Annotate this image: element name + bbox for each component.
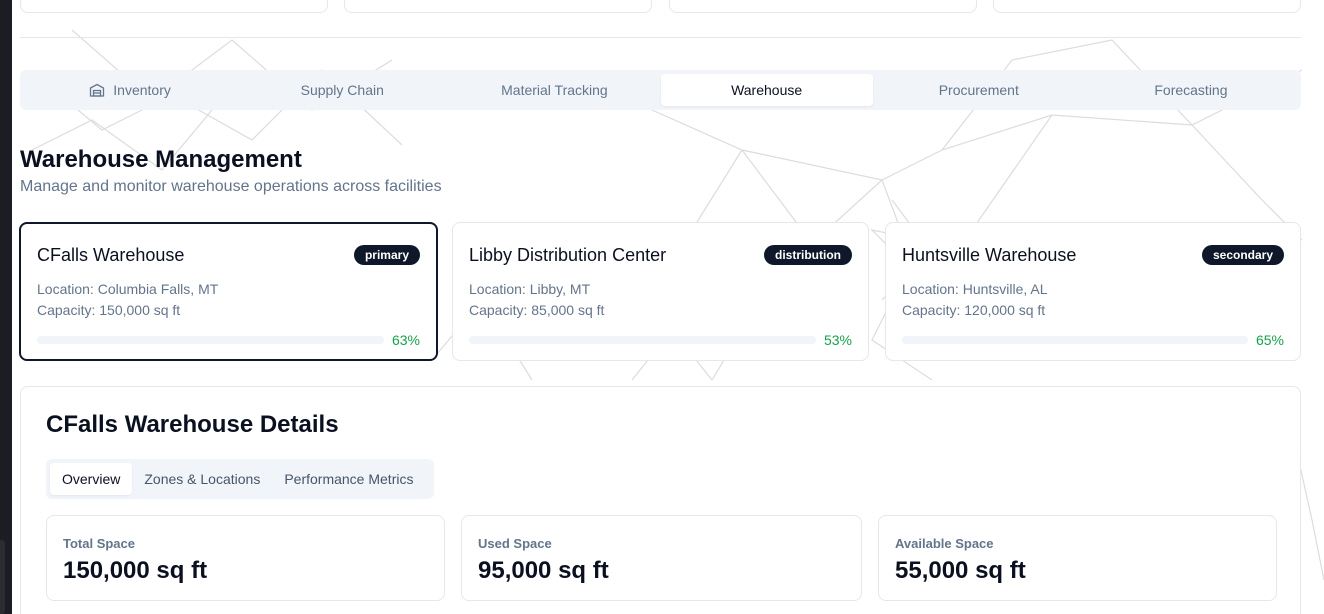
utilization-percent: 53% [823,332,852,348]
utilization-percent: 63% [391,332,420,348]
left-rail-handle [0,540,5,614]
tab-label: Warehouse [731,82,803,98]
stat-value: 95,000 sq ft [478,557,609,584]
tab-label: Material Tracking [501,82,608,98]
top-stat-card [344,0,652,13]
tab-performance-metrics[interactable]: Performance Metrics [272,463,425,495]
warehouse-capacity: Capacity: 120,000 sq ft [902,302,1046,318]
top-stat-card [993,0,1301,13]
stat-value: 150,000 sq ft [63,557,208,584]
warehouse-location: Location: Libby, MT [469,281,591,297]
tab-label: Procurement [938,82,1019,98]
tab-label: Supply Chain [300,82,384,98]
utilization-percent: 65% [1255,332,1284,348]
stat-value: 55,000 sq ft [895,557,1026,584]
page-subtitle: Manage and monitor warehouse operations … [20,178,442,195]
warehouse-capacity: Capacity: 85,000 sq ft [469,302,605,318]
warehouse-card-libby[interactable]: Libby Distribution Center distribution L… [452,222,869,361]
top-stat-card [20,0,328,13]
top-stat-card [669,0,977,13]
total-space-card: Total Space 150,000 sq ft [46,515,445,601]
utilization-bar [37,336,384,344]
warehouse-name: Libby Distribution Center [469,244,667,265]
tab-label: Inventory [113,82,171,98]
left-window-rail [0,0,12,614]
warehouse-type-badge: distribution [764,245,852,265]
used-space-card: Used Space 95,000 sq ft [461,515,862,601]
warehouse-type-badge: primary [353,245,420,265]
warehouse-details-panel: CFalls Warehouse Details Overview Zones … [20,386,1301,614]
main-content: Inventory Supply Chain Material Tracking… [19,0,1301,614]
available-space-card: Available Space 55,000 sq ft [878,515,1277,601]
warehouse-location: Location: Huntsville, AL [902,281,1048,297]
stat-label: Used Space [478,536,552,551]
warehouse-name: Huntsville Warehouse [902,244,1077,265]
tab-zones-locations[interactable]: Zones & Locations [132,463,272,495]
tab-supply-chain[interactable]: Supply Chain [236,74,448,106]
stat-label: Total Space [63,536,136,551]
warehouse-type-badge: secondary [1201,245,1284,265]
warehouse-location: Location: Columbia Falls, MT [37,281,219,297]
stat-label: Available Space [895,536,994,551]
details-title: CFalls Warehouse Details [46,411,339,438]
utilization-bar-fill [902,336,1127,344]
tab-label: Forecasting [1154,82,1228,98]
tab-forecasting[interactable]: Forecasting [1085,74,1297,106]
warehouse-card-huntsville[interactable]: Huntsville Warehouse secondary Location:… [885,222,1301,361]
tab-procurement[interactable]: Procurement [873,74,1085,106]
utilization-bar-fill [469,336,653,344]
tab-inventory[interactable]: Inventory [24,74,236,106]
utilization-bar [469,336,816,344]
section-divider [20,37,1301,38]
warehouse-icon [90,83,105,97]
utilization-bar [902,336,1248,344]
tab-overview[interactable]: Overview [50,463,133,495]
page-title: Warehouse Management [20,146,302,173]
warehouse-card-cfalls[interactable]: CFalls Warehouse primary Location: Colum… [19,222,438,361]
details-tabs: Overview Zones & Locations Performance M… [46,459,434,499]
warehouse-capacity: Capacity: 150,000 sq ft [37,302,181,318]
utilization-bar-fill [37,336,256,344]
tab-material-tracking[interactable]: Material Tracking [448,74,660,106]
warehouse-name: CFalls Warehouse [37,244,185,265]
tab-warehouse[interactable]: Warehouse [660,74,873,106]
module-tabs: Inventory Supply Chain Material Tracking… [20,70,1301,110]
